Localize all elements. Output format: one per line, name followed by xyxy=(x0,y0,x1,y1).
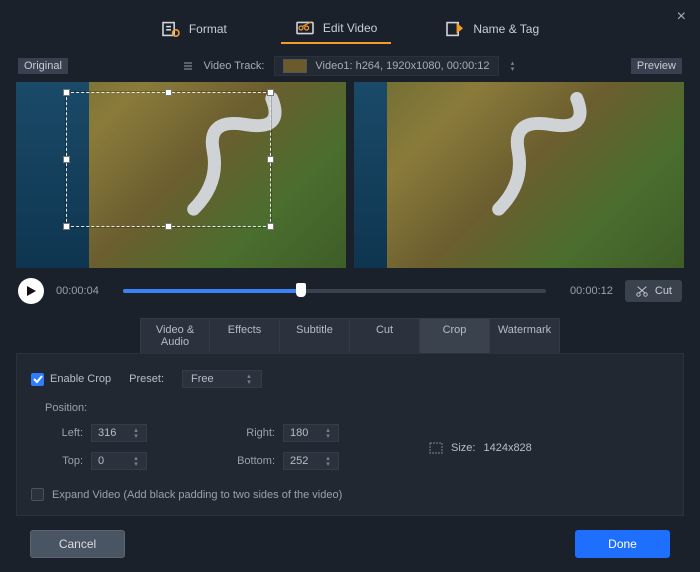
top-nav: Format Edit Video Name & Tag xyxy=(0,0,700,50)
name-tag-icon xyxy=(445,21,465,37)
timeline-thumb[interactable] xyxy=(296,283,306,297)
time-current: 00:00:04 xyxy=(56,285,111,297)
tab-name-tag[interactable]: Name & Tag xyxy=(431,14,553,44)
left-input[interactable]: 316 ▴▾ xyxy=(91,424,147,442)
tab-edit-video-label: Edit Video xyxy=(323,21,378,35)
crop-handle-w[interactable] xyxy=(63,156,70,163)
right-value: 180 xyxy=(290,427,318,439)
size-label: Size: xyxy=(451,442,475,454)
tab-format[interactable]: Format xyxy=(147,14,241,44)
crop-handle-sw[interactable] xyxy=(63,223,70,230)
video-track-row: Video Track: Video1: h264, 1920x1080, 00… xyxy=(0,50,700,78)
tab-name-tag-label: Name & Tag xyxy=(473,22,539,36)
crop-handle-n[interactable] xyxy=(165,89,172,96)
video-track-value: Video1: h264, 1920x1080, 00:00:12 xyxy=(315,60,489,72)
top-value: 0 xyxy=(98,455,126,467)
enable-crop-checkbox[interactable]: Enable Crop xyxy=(31,373,111,386)
time-total: 00:00:12 xyxy=(558,285,613,297)
left-label: Left: xyxy=(45,427,83,439)
play-button[interactable] xyxy=(18,278,44,304)
preview-label: Preview xyxy=(631,58,682,74)
position-label: Position: xyxy=(45,402,669,414)
cancel-button[interactable]: Cancel xyxy=(30,530,125,558)
edit-video-icon xyxy=(295,20,315,36)
bottom-stepper[interactable]: ▴▾ xyxy=(324,456,332,467)
subtab-effects[interactable]: Effects xyxy=(210,318,280,353)
sub-tabs: Video & Audio Effects Subtitle Cut Crop … xyxy=(16,318,684,353)
tab-format-label: Format xyxy=(189,22,227,36)
video-track-thumb xyxy=(283,59,307,73)
enable-crop-label: Enable Crop xyxy=(50,373,111,385)
preview-video-pane xyxy=(354,82,684,268)
subtab-cut[interactable]: Cut xyxy=(350,318,420,353)
crop-handle-e[interactable] xyxy=(267,156,274,163)
checkbox-checked-icon xyxy=(31,373,44,386)
original-video-pane[interactable] xyxy=(16,82,346,268)
crop-handle-nw[interactable] xyxy=(63,89,70,96)
expand-video-label: Expand Video (Add black padding to two s… xyxy=(52,489,342,501)
subtab-video-audio[interactable]: Video & Audio xyxy=(140,318,210,353)
expand-video-checkbox[interactable]: Expand Video (Add black padding to two s… xyxy=(31,488,669,501)
subtab-crop[interactable]: Crop xyxy=(420,318,490,353)
crop-rectangle[interactable] xyxy=(66,92,271,227)
bottom-value: 252 xyxy=(290,455,318,467)
crop-panel: Enable Crop Preset: Free ▴▾ Position: Le… xyxy=(16,353,684,516)
track-list-icon xyxy=(183,61,193,71)
subtab-watermark[interactable]: Watermark xyxy=(490,318,560,353)
timeline-slider[interactable] xyxy=(123,289,546,293)
crop-handle-se[interactable] xyxy=(267,223,274,230)
size-value: 1424x828 xyxy=(483,442,531,454)
preset-select[interactable]: Free ▴▾ xyxy=(182,370,262,388)
preset-label: Preset: xyxy=(129,373,164,385)
play-bar: 00:00:04 00:00:12 Cut xyxy=(0,268,700,310)
video-track-stepper[interactable]: ▴▾ xyxy=(509,61,517,72)
scenery-road xyxy=(427,92,675,222)
preset-value: Free xyxy=(191,373,214,385)
subtab-subtitle[interactable]: Subtitle xyxy=(280,318,350,353)
footer: Cancel Done xyxy=(0,516,700,572)
preset-stepper[interactable]: ▴▾ xyxy=(245,374,253,385)
left-value: 316 xyxy=(98,427,126,439)
done-button[interactable]: Done xyxy=(575,530,670,558)
scenery-sea xyxy=(354,82,387,268)
top-stepper[interactable]: ▴▾ xyxy=(132,456,140,467)
video-track-select[interactable]: Video1: h264, 1920x1080, 00:00:12 xyxy=(274,56,498,76)
right-label: Right: xyxy=(237,427,275,439)
crop-handle-s[interactable] xyxy=(165,223,172,230)
video-track-label: Video Track: xyxy=(203,60,264,72)
bottom-input[interactable]: 252 ▴▾ xyxy=(283,452,339,470)
size-icon xyxy=(429,442,443,454)
checkbox-unchecked-icon xyxy=(31,488,44,501)
left-stepper[interactable]: ▴▾ xyxy=(132,428,140,439)
right-input[interactable]: 180 ▴▾ xyxy=(283,424,339,442)
cut-button-label: Cut xyxy=(655,285,672,297)
timeline-fill xyxy=(123,289,301,293)
top-input[interactable]: 0 ▴▾ xyxy=(91,452,147,470)
scissors-icon xyxy=(635,284,649,298)
tab-edit-video[interactable]: Edit Video xyxy=(281,14,392,44)
close-icon[interactable]: × xyxy=(677,8,686,26)
format-icon xyxy=(161,21,181,37)
video-panes xyxy=(0,82,700,268)
top-label: Top: xyxy=(45,455,83,467)
crop-handle-ne[interactable] xyxy=(267,89,274,96)
bottom-label: Bottom: xyxy=(237,455,275,467)
original-label: Original xyxy=(18,58,68,74)
right-stepper[interactable]: ▴▾ xyxy=(324,428,332,439)
cut-button[interactable]: Cut xyxy=(625,280,682,302)
play-icon xyxy=(25,285,37,297)
